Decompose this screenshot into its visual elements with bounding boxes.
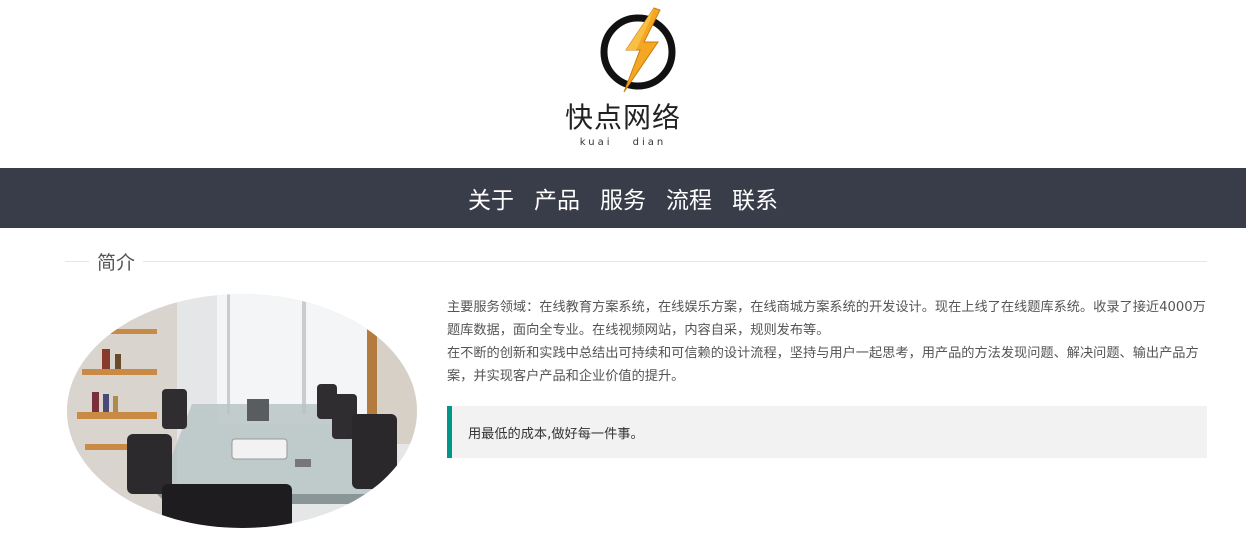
section-title: 简介 [89,248,144,275]
section-heading: 简介 [65,248,1207,278]
nav-item-products[interactable]: 产品 [534,181,580,215]
logo-name: 快点网络 [564,101,681,134]
intro-paragraph: 在不断的创新和实践中总结出可持续和可信赖的设计流程，坚持与用户一起思考，用产品的… [447,346,1199,384]
main-nav: 关于 产品 服务 流程 联系 [0,168,1246,228]
section-divider [65,261,1207,262]
lightning-bolt-icon[interactable] [596,6,680,94]
logo-subtitle: kuai dian [579,137,667,148]
conference-room-image [67,294,417,528]
nav-item-about[interactable]: 关于 [468,181,514,215]
conference-room-photo [67,294,417,528]
nav-item-contact[interactable]: 联系 [732,181,778,215]
site-header: 快点网络 kuai dian [0,0,1246,168]
intro-description: 主要服务领域：在线教育方案系统，在线娱乐方案，在线商城方案系统的开发设计。现在上… [447,296,1207,388]
nav-item-services[interactable]: 服务 [600,181,646,215]
intro-paragraph: 主要服务领域：在线教育方案系统，在线娱乐方案，在线商城方案系统的开发设计。现在上… [447,300,1206,338]
nav-item-process[interactable]: 流程 [666,181,712,215]
motto-quote: 用最低的成本,做好每一件事。 [447,406,1207,458]
